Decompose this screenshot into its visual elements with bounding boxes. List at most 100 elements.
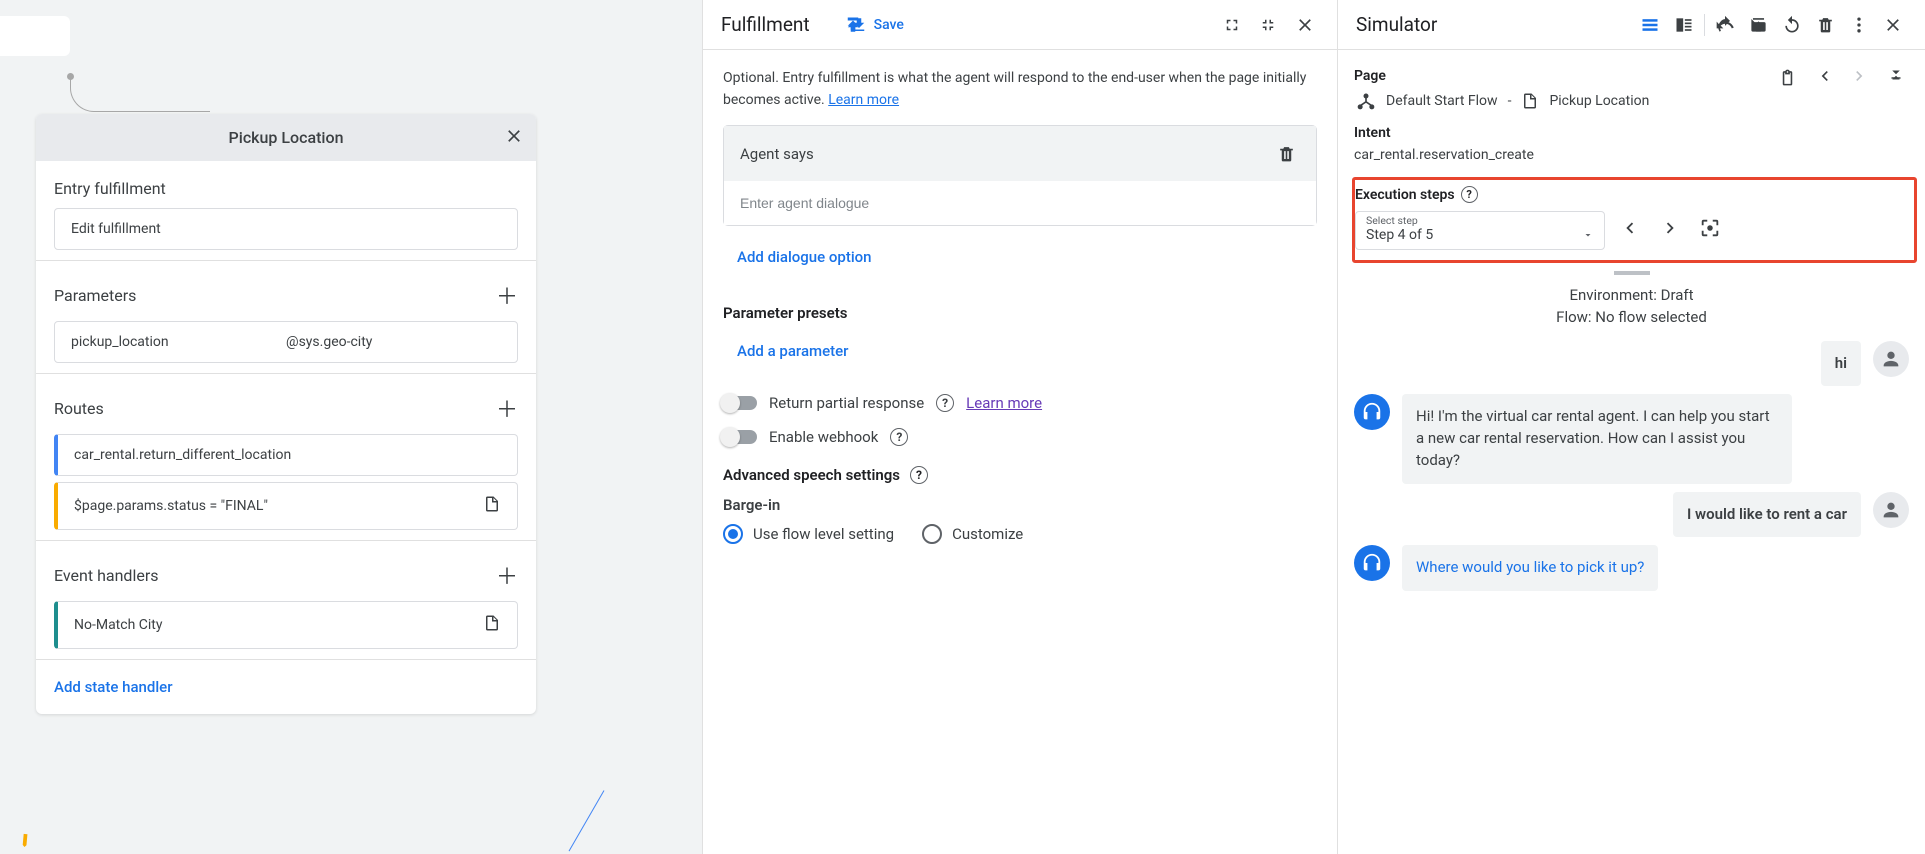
chat-user-bubble-2: I would like to rent a car <box>1673 492 1861 538</box>
parameter-row[interactable]: pickup_location @sys.geo-city <box>54 321 518 363</box>
chat-bot-msg-2: Where would you like to pick it up? <box>1354 545 1909 591</box>
simulator-panel: Simulator Page <box>1337 0 1925 854</box>
help-icon[interactable]: ? <box>1461 186 1478 203</box>
learn-more-link-2[interactable]: Learn more <box>966 394 1042 412</box>
chat-user-msg-2: I would like to rent a car <box>1354 492 1909 538</box>
radio-unchecked-icon <box>922 524 942 544</box>
execution-steps-highlight: Execution steps ? Select step Step 4 of … <box>1352 177 1917 263</box>
step-select-label: Select step <box>1366 214 1594 227</box>
next-page-icon[interactable] <box>1849 66 1869 90</box>
drag-handle[interactable] <box>1614 271 1650 275</box>
use-flow-level-radio[interactable]: Use flow level setting <box>723 524 894 544</box>
chevron-down-icon <box>1582 229 1594 241</box>
prev-page-icon[interactable] <box>1815 66 1835 90</box>
add-dialogue-button[interactable]: Add dialogue option <box>723 236 1317 284</box>
close-icon[interactable] <box>1291 11 1319 39</box>
close-icon[interactable] <box>1879 11 1907 39</box>
bot-avatar-icon <box>1354 545 1390 581</box>
add-parameter-button[interactable]: Add a parameter <box>723 334 1317 378</box>
step-select[interactable]: Select step Step 4 of 5 <box>1355 211 1605 250</box>
user-avatar-icon <box>1873 341 1909 377</box>
focus-icon[interactable] <box>1695 217 1725 245</box>
chat-user-msg-1: hi <box>1354 341 1909 387</box>
add-event-handler-icon[interactable]: ＋ <box>496 559 518 591</box>
add-route-icon[interactable]: ＋ <box>496 392 518 424</box>
delete-icon[interactable] <box>1812 11 1839 38</box>
return-partial-toggle[interactable] <box>723 396 757 410</box>
page-icon <box>483 614 501 636</box>
parameter-name: pickup_location <box>71 334 286 350</box>
add-state-handler-button[interactable]: Add state handler <box>54 660 518 714</box>
help-icon[interactable]: ? <box>936 394 954 412</box>
chat-area: hi Hi! I'm the virtual car rental agent.… <box>1354 341 1909 592</box>
advanced-speech-label: Advanced speech settings <box>723 466 900 484</box>
delete-icon[interactable] <box>1273 140 1300 167</box>
learn-more-link[interactable]: Learn more <box>828 92 899 108</box>
fullscreen-icon[interactable] <box>1219 12 1245 38</box>
start-node[interactable] <box>0 16 70 56</box>
event-handler-row-1[interactable]: No-Match City <box>54 601 518 649</box>
enable-webhook-toggle[interactable] <box>723 430 757 444</box>
page-card: Pickup Location Entry fulfillment Edit f… <box>36 114 536 714</box>
collapse-icon[interactable] <box>1883 65 1909 91</box>
route-row-2[interactable]: $page.params.status = "FINAL" <box>54 482 518 530</box>
chat-user-bubble-1: hi <box>1821 341 1861 387</box>
environment-info: Environment: Draft Flow: No flow selecte… <box>1354 285 1909 329</box>
undo-icon[interactable] <box>1711 11 1739 39</box>
event-1-text: No-Match City <box>74 617 163 633</box>
parameter-presets-label: Parameter presets <box>723 304 1317 322</box>
chat-bot-bubble-2[interactable]: Where would you like to pick it up? <box>1402 545 1658 591</box>
save-button[interactable]: Save <box>844 16 904 34</box>
fulfillment-description: Optional. Entry fulfillment is what the … <box>723 68 1317 111</box>
fulfillment-title: Fulfillment <box>721 13 810 36</box>
help-icon[interactable]: ? <box>910 466 928 484</box>
parameters-label: Parameters <box>54 286 136 305</box>
crumb-sep: - <box>1508 93 1512 109</box>
clipboard-icon[interactable] <box>1774 64 1801 91</box>
agent-dialogue-input[interactable] <box>724 181 1316 225</box>
radio-checked-icon <box>723 524 743 544</box>
chat-bot-bubble-1: Hi! I'm the virtual car rental agent. I … <box>1402 394 1792 483</box>
intent-value: car_rental.reservation_create <box>1354 147 1909 163</box>
env-line-2: Flow: No flow selected <box>1354 307 1909 329</box>
canvas-edge <box>70 76 210 112</box>
more-icon[interactable] <box>1845 11 1873 39</box>
route-1-text: car_rental.return_different_location <box>74 447 291 463</box>
routes-label: Routes <box>54 399 104 418</box>
fulfillment-desc-text: Optional. Entry fulfillment is what the … <box>723 70 1306 108</box>
use-flow-label: Use flow level setting <box>753 525 894 543</box>
env-line-1: Environment: Draft <box>1354 285 1909 307</box>
pencil-icon <box>13 826 40 853</box>
exit-fullscreen-icon[interactable] <box>1255 12 1281 38</box>
chat-bot-msg-1: Hi! I'm the virtual car rental agent. I … <box>1354 394 1909 483</box>
user-avatar-icon <box>1873 492 1909 528</box>
page-icon <box>483 495 501 517</box>
add-parameter-icon[interactable]: ＋ <box>496 279 518 311</box>
entry-fulfillment-label: Entry fulfillment <box>54 161 518 208</box>
view-split-icon[interactable] <box>1670 11 1698 39</box>
step-select-value: Step 4 of 5 <box>1366 227 1433 243</box>
page-section-label: Page <box>1354 68 1386 84</box>
route-2-text: $page.params.status = "FINAL" <box>74 498 268 514</box>
step-prev-icon[interactable] <box>1615 217 1645 245</box>
flow-canvas[interactable]: Pickup Location Entry fulfillment Edit f… <box>0 0 702 854</box>
return-partial-label: Return partial response <box>769 394 924 412</box>
save-test-icon[interactable] <box>1745 11 1772 38</box>
view-flat-icon[interactable] <box>1636 11 1664 39</box>
help-icon[interactable]: ? <box>890 428 908 446</box>
close-icon[interactable] <box>504 126 524 150</box>
customize-radio[interactable]: Customize <box>922 524 1023 544</box>
fulfillment-panel: Fulfillment Save Optional. Entry fulfill… <box>702 0 1337 854</box>
enable-webhook-label: Enable webhook <box>769 428 878 446</box>
replay-icon[interactable] <box>1778 11 1806 39</box>
page-card-title: Pickup Location <box>229 128 344 147</box>
execution-steps-label: Execution steps <box>1355 187 1455 203</box>
flow-icon <box>1356 91 1376 111</box>
crumb-page[interactable]: Pickup Location <box>1549 93 1649 109</box>
crumb-flow[interactable]: Default Start Flow <box>1386 93 1498 109</box>
customize-label: Customize <box>952 525 1023 543</box>
route-row-1[interactable]: car_rental.return_different_location <box>54 434 518 476</box>
edit-fulfillment-button[interactable]: Edit fulfillment <box>54 208 518 250</box>
intent-label: Intent <box>1354 125 1909 141</box>
step-next-icon[interactable] <box>1655 217 1685 245</box>
